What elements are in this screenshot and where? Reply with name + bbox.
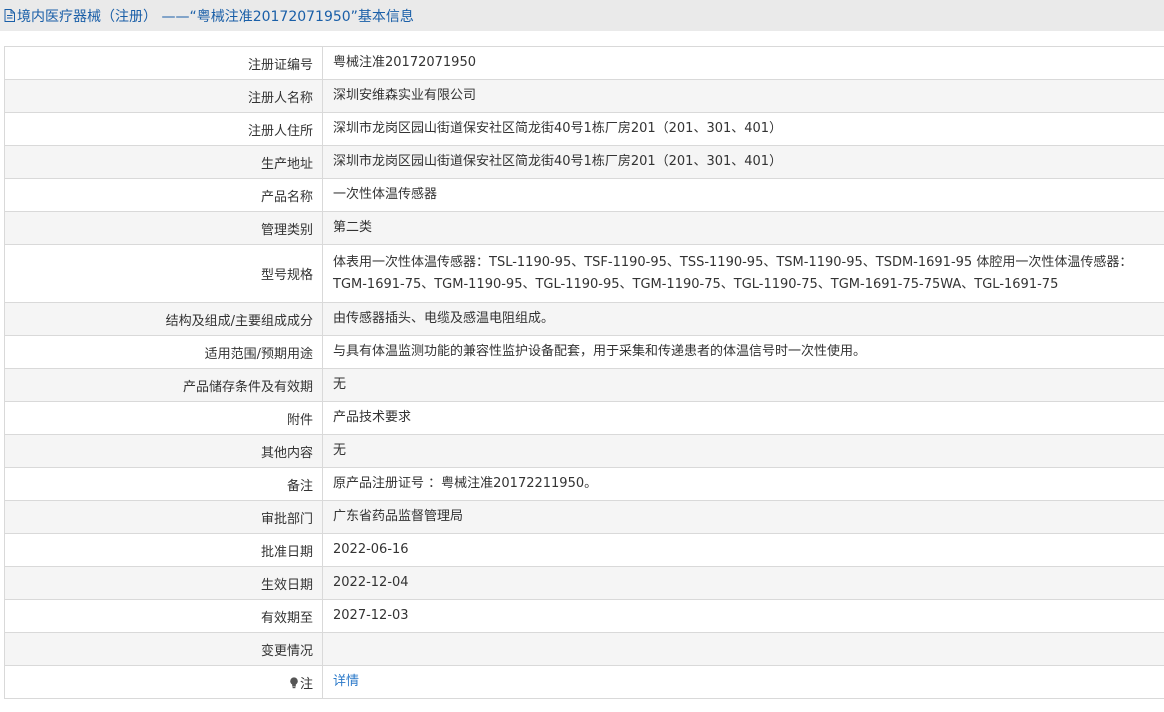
field-label: 产品名称	[4, 178, 323, 212]
table-row: 批准日期 2022-06-16	[4, 533, 1164, 567]
field-value: 2027-12-03	[322, 599, 1164, 633]
field-label: 附件	[4, 401, 323, 435]
field-label: 结构及组成/主要组成成分	[4, 302, 323, 336]
field-value: 深圳安维森实业有限公司	[322, 79, 1164, 113]
table-row: 型号规格 体表用一次性体温传感器：TSL-1190-95、TSF-1190-95、…	[4, 244, 1164, 303]
field-label: 变更情况	[4, 632, 323, 666]
table-row: 其他内容无	[4, 434, 1164, 468]
lightbulb-icon	[289, 676, 299, 689]
note-label: 注	[299, 676, 313, 692]
page-title: 境内医疗器械（注册） ——“粤械注准20172071950”基本信息	[17, 8, 414, 25]
note-row: 注 详情	[4, 665, 1164, 699]
table-row: 生效日期 2022-12-04	[4, 566, 1164, 600]
note-label-cell: 注	[4, 665, 323, 699]
field-value: 一次性体温传感器	[322, 178, 1164, 212]
field-value: 广东省药品监督管理局	[322, 500, 1164, 534]
table-row: 注册证编号 粤械注准20172071950	[4, 46, 1164, 80]
field-label: 注册人住所	[4, 112, 323, 146]
note-value-cell: 详情	[322, 665, 1164, 699]
table-row: 备注 原产品注册证号 ：粤械注准20172211950。	[4, 467, 1164, 501]
table-row: 结构及组成/主要组成成分 由传感器插头、电缆及感温电阻组成。	[4, 302, 1164, 336]
table-row: 生产地址 深圳市龙岗区园山街道保安社区简龙街40号1栋厂房201（201、301、…	[4, 145, 1164, 179]
field-value: 产品技术要求	[322, 401, 1164, 435]
table-row: 管理类别 第二类	[4, 211, 1164, 245]
field-label: 生产地址	[4, 145, 323, 179]
field-value: 深圳市龙岗区园山街道保安社区简龙街40号1栋厂房201（201、301、401）	[322, 112, 1164, 146]
field-value: 原产品注册证号 ：粤械注准20172211950。	[322, 467, 1164, 501]
field-value: 2022-12-04	[322, 566, 1164, 600]
field-label: 审批部门	[4, 500, 323, 534]
field-label: 生效日期	[4, 566, 323, 600]
field-value: 无	[322, 368, 1164, 402]
field-value: 第二类	[322, 211, 1164, 245]
table-row: 变更情况	[4, 632, 1164, 666]
table-row: 附件 产品技术要求	[4, 401, 1164, 435]
info-table: 注册证编号 粤械注准20172071950 注册人名称 深圳安维森实业有限公司 注册人住…	[4, 46, 1164, 699]
field-label: 有效期至	[4, 599, 323, 633]
table-row: 产品储存条件及有效期无	[4, 368, 1164, 402]
field-label: 管理类别	[4, 211, 323, 245]
table-row: 产品名称 一次性体温传感器	[4, 178, 1164, 212]
field-value: 2022-06-16	[322, 533, 1164, 567]
field-value: 无	[322, 434, 1164, 468]
table-row: 注册人名称 深圳安维森实业有限公司	[4, 79, 1164, 113]
table-row: 注册人住所 深圳市龙岗区园山街道保安社区简龙街40号1栋厂房201（201、301…	[4, 112, 1164, 146]
table-row: 有效期至 2027-12-03	[4, 599, 1164, 633]
field-label: 备注	[4, 467, 323, 501]
field-value: 体表用一次性体温传感器：TSL-1190-95、TSF-1190-95、TSS-…	[322, 244, 1164, 303]
field-label: 型号规格	[4, 244, 323, 303]
field-label: 适用范围/预期用途	[4, 335, 323, 369]
field-label: 其他内容	[4, 434, 323, 468]
details-link[interactable]: 详情	[333, 674, 359, 689]
field-value: 深圳市龙岗区园山街道保安社区简龙街40号1栋厂房201（201、301、401）	[322, 145, 1164, 179]
field-value: 由传感器插头、电缆及感温电阻组成。	[322, 302, 1164, 336]
field-value	[322, 632, 1164, 666]
page-header: 境内医疗器械（注册） ——“粤械注准20172071950”基本信息	[0, 0, 1164, 31]
field-label: 注册证编号	[4, 46, 323, 80]
field-value: 粤械注准20172071950	[322, 46, 1164, 80]
table-row: 审批部门 广东省药品监督管理局	[4, 500, 1164, 534]
table-row: 适用范围/预期用途 与具有体温监测功能的兼容性监护设备配套，用于采集和传递患者的体…	[4, 335, 1164, 369]
document-icon	[4, 9, 15, 22]
field-label: 注册人名称	[4, 79, 323, 113]
field-label: 产品储存条件及有效期	[4, 368, 323, 402]
field-label: 批准日期	[4, 533, 323, 567]
field-value: 与具有体温监测功能的兼容性监护设备配套，用于采集和传递患者的体温信号时一次性使用…	[322, 335, 1164, 369]
